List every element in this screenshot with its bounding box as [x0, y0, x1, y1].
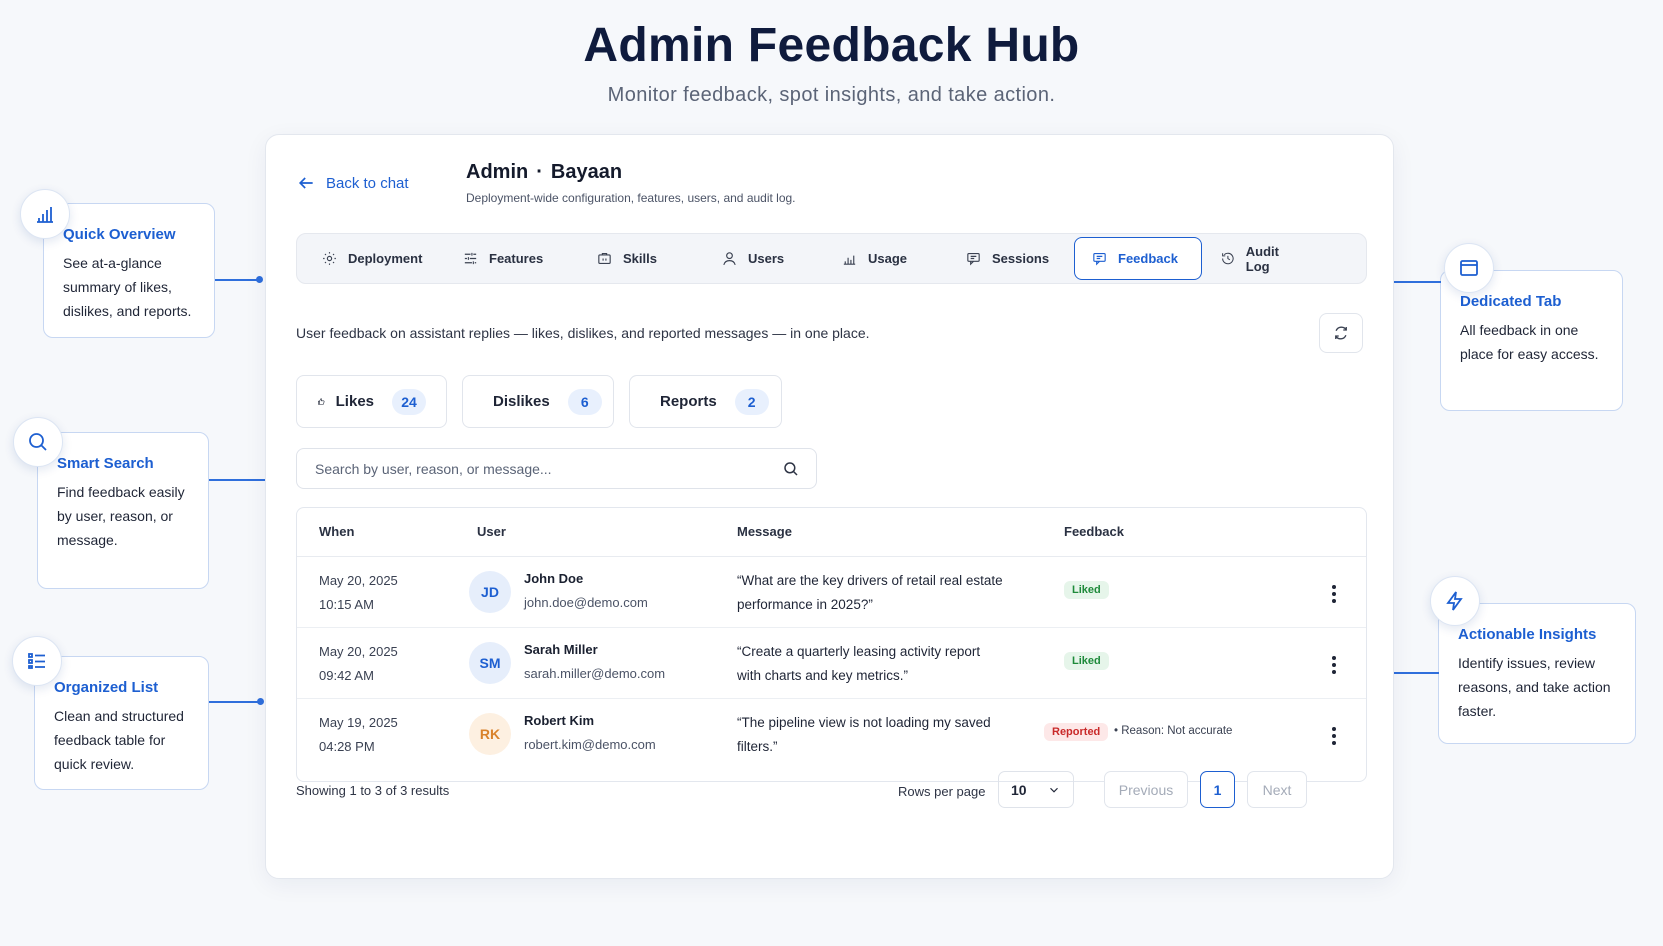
feedback-description: User feedback on assistant replies — lik…: [296, 325, 870, 341]
tab-feedback[interactable]: Feedback: [1074, 237, 1202, 280]
hero-subtitle: Monitor feedback, spot insights, and tak…: [607, 84, 1056, 106]
refresh-button[interactable]: [1319, 313, 1363, 353]
callout-title: Smart Search: [57, 455, 154, 472]
page-title: Admin · Bayaan: [466, 161, 623, 183]
callout-actionable-insights: Actionable Insights Identify issues, rev…: [1438, 603, 1636, 744]
next-button[interactable]: Next: [1247, 771, 1307, 808]
tab-deployment[interactable]: Deployment: [301, 237, 446, 280]
chevron-down-icon: [1050, 787, 1058, 793]
rows-per-page-label: Rows per page: [898, 784, 986, 799]
table-header: When User Message Feedback: [297, 508, 1366, 557]
avatar: JD: [469, 571, 511, 613]
user-email: sarah.miller@demo.com: [524, 666, 666, 681]
tab-features[interactable]: Features: [446, 237, 580, 280]
lightning-icon: [1430, 576, 1480, 626]
hero-title: Admin Feedback Hub: [583, 19, 1080, 72]
table-row[interactable]: May 20, 2025 09:42 AM SM Sarah Miller sar…: [297, 628, 1366, 699]
likes-count: 24: [392, 388, 426, 415]
column-header-user[interactable]: User: [477, 524, 506, 539]
tab-skills[interactable]: Skills: [580, 237, 705, 280]
likes-stat[interactable]: Likes 24: [296, 375, 447, 428]
status-badge: Reported: [1044, 723, 1109, 741]
column-header-message[interactable]: Message: [737, 524, 792, 539]
table-row[interactable]: May 19, 2025 04:28 PM RK Robert Kim rober…: [297, 699, 1366, 770]
search-icon: [13, 417, 63, 467]
avatar: SM: [469, 642, 511, 684]
callout-body: All feedback in one place for easy acces…: [1460, 322, 1599, 362]
refresh-icon: [1335, 326, 1347, 340]
briefcase-icon: [598, 252, 611, 265]
avatar: RK: [469, 713, 511, 755]
thumbs-up-icon: [318, 398, 325, 405]
callout-body: Identify issues, review reasons, and tak…: [1458, 655, 1611, 719]
user-icon: [723, 252, 736, 266]
connector-line: [209, 701, 259, 703]
column-header-feedback[interactable]: Feedback: [1064, 524, 1124, 539]
tab-sessions[interactable]: Sessions: [949, 237, 1074, 280]
search-box: [296, 448, 817, 489]
bar-chart-icon: [843, 255, 856, 265]
callout-title: Organized List: [54, 679, 159, 696]
message-text: “The pipeline view is not loading my sav…: [737, 715, 991, 754]
list-icon: [12, 636, 62, 686]
user-email: robert.kim@demo.com: [524, 737, 656, 752]
row-when: May 20, 2025 10:15 AM: [319, 573, 398, 612]
user-email: john.doe@demo.com: [524, 595, 648, 610]
page-1-button[interactable]: 1: [1200, 771, 1235, 808]
callout-title: Quick Overview: [63, 226, 176, 243]
page-subtitle: Deployment-wide configuration, features,…: [466, 191, 796, 205]
connector-dot: [257, 698, 264, 705]
callout-title: Dedicated Tab: [1460, 293, 1562, 310]
message-text: “What are the key drivers of retail real…: [737, 573, 1003, 612]
reports-count: 2: [734, 388, 769, 415]
chat-icon: [967, 252, 980, 266]
search-icon[interactable]: [782, 460, 800, 478]
sliders-icon: [464, 252, 477, 265]
reports-stat[interactable]: Reports 2: [629, 375, 782, 428]
admin-panel: Back to chat Admin · Bayaan Deployment-wid…: [265, 134, 1394, 879]
bar-chart-icon: [20, 189, 70, 239]
status-badge: Liked: [1064, 652, 1109, 670]
tab-bar: Deployment Features Skills Users Usage S…: [296, 233, 1367, 284]
more-options-icon[interactable]: [1324, 582, 1344, 606]
feedback-table: When User Message Feedback May 20, 2025 1…: [296, 507, 1367, 782]
callout-body: Find feedback easily by user, reason, or…: [57, 484, 185, 548]
callout-title: Actionable Insights: [1458, 626, 1597, 643]
row-when: May 19, 2025 04:28 PM: [319, 715, 398, 754]
arrow-left-icon: [298, 177, 313, 189]
back-label: Back to chat: [326, 174, 409, 192]
more-options-icon[interactable]: [1324, 724, 1344, 748]
dislikes-stat[interactable]: Dislikes 6: [462, 375, 614, 428]
user-name: Robert Kim: [524, 713, 595, 728]
search-input[interactable]: [297, 449, 816, 488]
callout-organized-list: Organized List Clean and structured feed…: [34, 656, 209, 790]
column-header-when[interactable]: When: [319, 524, 354, 539]
tab-usage[interactable]: Usage: [825, 237, 949, 280]
user-name: Sarah Miller: [524, 642, 598, 657]
callout-smart-search: Smart Search Find feedback easily by use…: [37, 432, 209, 589]
connector-line: [215, 279, 260, 281]
tab-users[interactable]: Users: [705, 237, 825, 280]
callout-body: Clean and structured feedback table for …: [54, 708, 184, 772]
previous-button[interactable]: Previous: [1104, 771, 1188, 808]
rows-per-page-select[interactable]: 10: [998, 771, 1074, 808]
status-badge: Liked: [1064, 581, 1109, 599]
history-icon: [1222, 252, 1234, 265]
row-when: May 20, 2025 09:42 AM: [319, 644, 398, 683]
message-text: “Create a quarterly leasing activity rep…: [737, 644, 981, 683]
callout-body: See at-a-glance summary of likes, dislik…: [63, 255, 192, 319]
callout-quick-overview: Quick Overview See at-a-glance summary o…: [43, 203, 215, 338]
gear-icon: [323, 252, 336, 265]
results-summary: Showing 1 to 3 of 3 results: [296, 783, 450, 798]
user-name: John Doe: [524, 571, 584, 586]
more-options-icon[interactable]: [1324, 653, 1344, 677]
connector-dot: [256, 276, 263, 283]
window-icon: [1444, 243, 1494, 293]
tab-audit-log[interactable]: Audit Log: [1202, 237, 1318, 280]
message-icon: [1093, 252, 1106, 266]
back-to-chat-link[interactable]: Back to chat: [296, 173, 409, 193]
table-row[interactable]: May 20, 2025 10:15 AM JD John Doe john.do…: [297, 557, 1366, 628]
dislikes-count: 6: [567, 388, 602, 415]
report-reason: • Reason: Not accurate: [1114, 725, 1233, 737]
